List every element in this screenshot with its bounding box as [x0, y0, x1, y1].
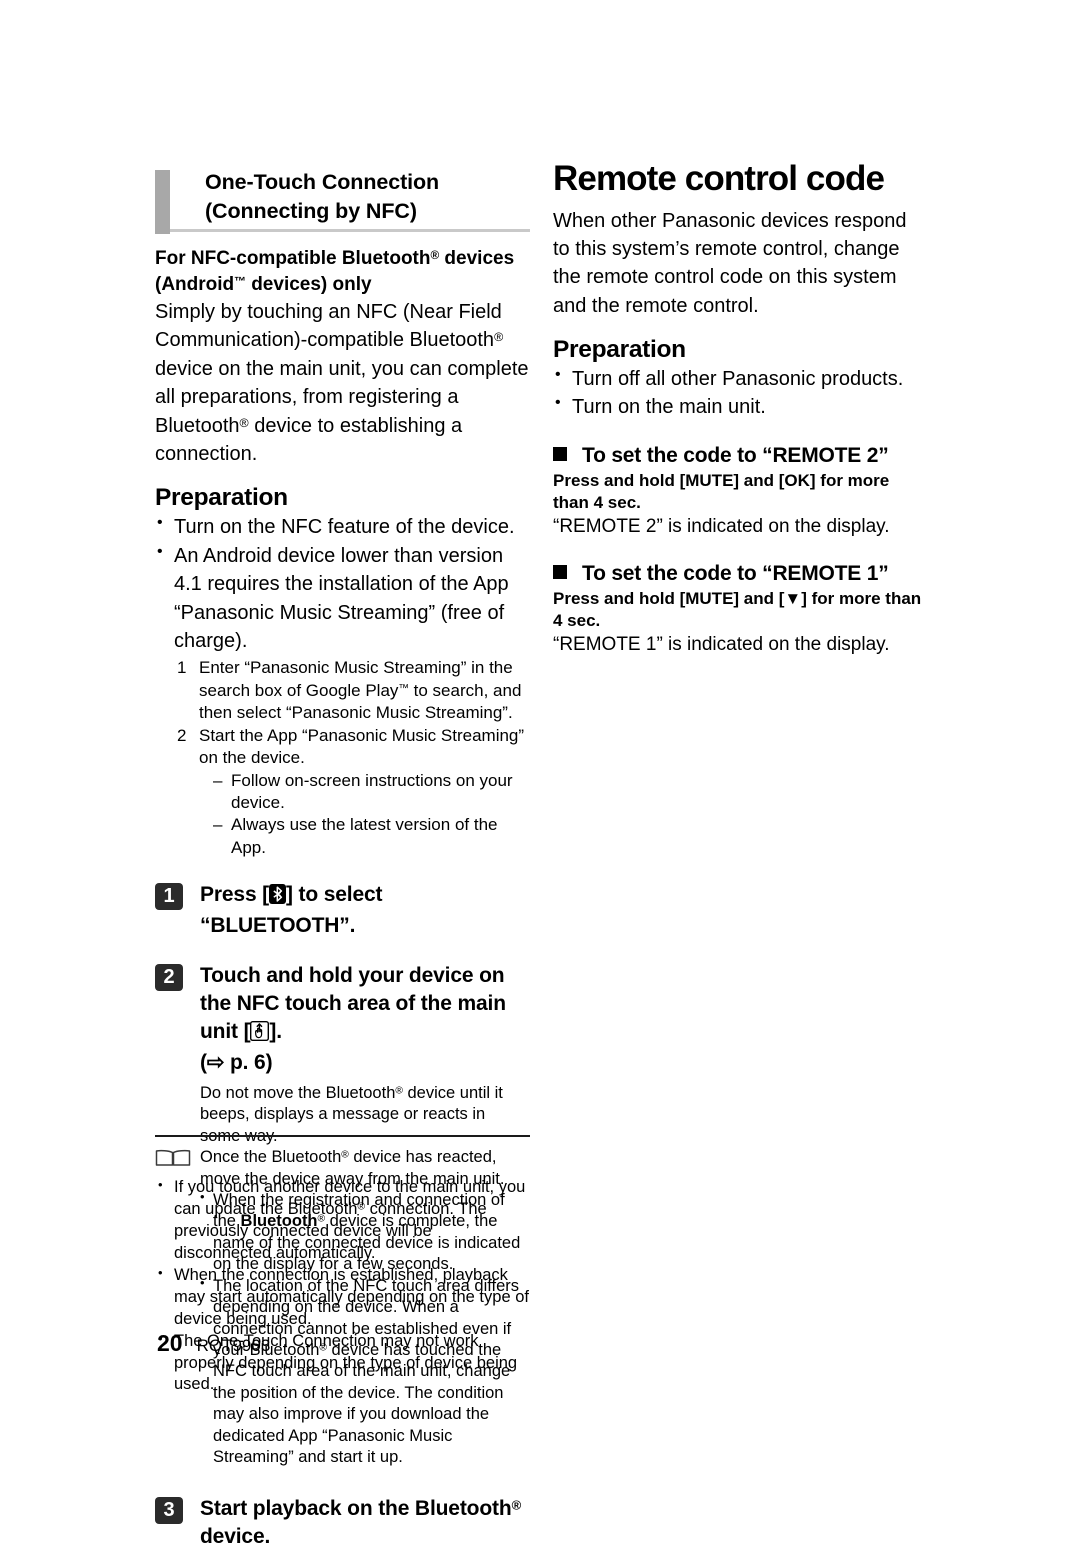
substep-number: 2	[177, 725, 187, 745]
subsection-heading-remote-1: To set the code to “REMOTE 1”	[553, 562, 928, 586]
step-2-text-after: ].	[269, 1019, 282, 1043]
heading-rule	[170, 228, 530, 232]
registered-mark-icon: ®	[239, 415, 249, 430]
section-heading-text: One-Touch Connection (Connecting by NFC)	[205, 168, 530, 226]
preparation-bullet: Turn on the main unit.	[553, 392, 928, 421]
section-heading-line2: (Connecting by NFC)	[205, 198, 417, 223]
step-3: 3 Start playback on the Bluetooth® devic…	[155, 1495, 530, 1551]
app-install-substeps: 1 Enter “Panasonic Music Streaming” in th…	[155, 657, 530, 859]
lead-line1-b: devices	[439, 247, 515, 269]
heading-accent-bar	[155, 170, 170, 234]
document-code: RQT9903	[196, 1336, 271, 1355]
preparation-bullet: Turn off all other Panasonic products.	[553, 364, 928, 393]
step-3-text-after: device.	[200, 1524, 271, 1548]
intro-paragraph: Simply by touching an NFC (Near Field Co…	[155, 298, 530, 468]
preparation-bullet: An Android device lower than version 4.1…	[155, 541, 530, 656]
open-book-icon	[155, 1148, 530, 1173]
chapter-title: Remote control code	[553, 159, 885, 198]
page-number: 20	[157, 1330, 183, 1356]
nfc-touch-icon	[250, 1020, 270, 1049]
lead-line2-b: devices) only	[245, 273, 372, 295]
note-para1-a: Do not move the Bluetooth	[200, 1083, 396, 1102]
substep-number: 1	[177, 658, 187, 678]
note-block: If you touch another device to the main …	[155, 1135, 530, 1396]
black-square-icon	[553, 564, 567, 579]
preparation-title-left: Preparation	[155, 484, 288, 512]
page-ref: (⇨ p. 6)	[200, 1050, 273, 1074]
subsection-heading-text: To set the code to “REMOTE 2”	[582, 443, 889, 467]
substep-text-a: Start the App “Panasonic Music Streaming…	[199, 725, 525, 768]
registered-mark-icon: ®	[395, 1085, 403, 1097]
step-2: 2 Touch and hold your device on the NFC …	[155, 962, 530, 1077]
substep-item: 1 Enter “Panasonic Music Streaming” in th…	[177, 657, 530, 724]
remote-intro-paragraph: When other Panasonic devices respond to …	[553, 209, 907, 317]
section-heading-one-touch: One-Touch Connection (Connecting by NFC)	[155, 168, 530, 234]
lead-line2-a: (Android	[155, 273, 235, 295]
dash-item: Always use the latest version of the App…	[213, 814, 530, 859]
registered-mark-icon: ®	[430, 248, 440, 262]
trademark-mark-icon: ™	[398, 682, 409, 695]
dash-item: Follow on-screen instructions on your de…	[213, 770, 530, 815]
press-line-a: Press and hold [MUTE] and [	[553, 588, 785, 608]
step-2-text: Touch and hold your device on the NFC to…	[200, 962, 530, 1077]
substep-item: 2 Start the App “Panasonic Music Streamin…	[177, 725, 530, 860]
preparation-bullet: Turn on the NFC feature of the device.	[155, 512, 530, 541]
preparation-title-right: Preparation	[553, 336, 686, 364]
remote-2-indicated-text: “REMOTE 2” is indicated on the display.	[553, 516, 890, 538]
registered-mark-icon: ®	[357, 1201, 366, 1213]
manual-page: One-Touch Connection (Connecting by NFC)…	[0, 0, 1080, 1548]
substep-dash-list: Follow on-screen instructions on your de…	[199, 770, 530, 860]
step-2-text-before: Touch and hold your device on the NFC to…	[200, 964, 506, 1043]
step-1-text-before: Press [	[200, 883, 269, 907]
nfc-compatible-lead: For NFC-compatible Bluetooth® devices (A…	[155, 246, 530, 298]
preparation-list-left: Turn on the NFC feature of the device. A…	[155, 512, 530, 656]
registered-mark-icon: ®	[494, 330, 504, 345]
section-heading-line1: One-Touch Connection	[205, 170, 440, 194]
step-2-badge: 2	[155, 964, 183, 992]
step-1-badge: 1	[155, 883, 183, 911]
page-footer: 20 RQT9903	[157, 1330, 270, 1357]
preparation-list-right: Turn off all other Panasonic products. T…	[553, 364, 928, 422]
page-ref-label: p. 6	[229, 1050, 266, 1074]
down-triangle-icon: ▼	[784, 588, 802, 608]
remote-2-press-instruction: Press and hold [MUTE] and [OK] for more …	[553, 470, 890, 512]
intro-run-1: Simply by touching an NFC (Near Field Co…	[155, 301, 502, 352]
subsection-heading-text: To set the code to “REMOTE 1”	[582, 561, 889, 585]
step-3-badge: 3	[155, 1496, 183, 1524]
step-3-text: Start playback on the Bluetooth® device.	[200, 1495, 530, 1551]
note-divider	[155, 1135, 530, 1137]
arrow-right-icon: ⇨	[206, 1050, 225, 1074]
step-1-text: Press [] to select “BLUETOOTH”.	[200, 881, 530, 940]
note-bullet-list: If you touch another device to the main …	[155, 1176, 530, 1396]
remote-1-indicated-text: “REMOTE 1” is indicated on the display.	[553, 633, 890, 655]
subsection-heading-remote-2: To set the code to “REMOTE 2”	[553, 444, 928, 468]
remote-1-press-instruction: Press and hold [MUTE] and [▼] for more t…	[553, 588, 928, 632]
trademark-mark-icon: ™	[234, 274, 246, 288]
bluetooth-icon	[269, 884, 286, 912]
step-3-text-before: Start playback on the Bluetooth	[200, 1496, 512, 1520]
lead-line1-a: For NFC-compatible Bluetooth	[155, 247, 431, 269]
step-1: 1 Press [] to select “BLUETOOTH”.	[155, 881, 530, 940]
note-list-item: When the connection is established, play…	[155, 1264, 530, 1331]
note-list-item: If you touch another device to the main …	[155, 1176, 530, 1265]
black-square-icon	[553, 446, 567, 461]
registered-mark-icon: ®	[511, 1497, 522, 1513]
right-column: Remote control code When other Panasonic…	[553, 159, 928, 658]
